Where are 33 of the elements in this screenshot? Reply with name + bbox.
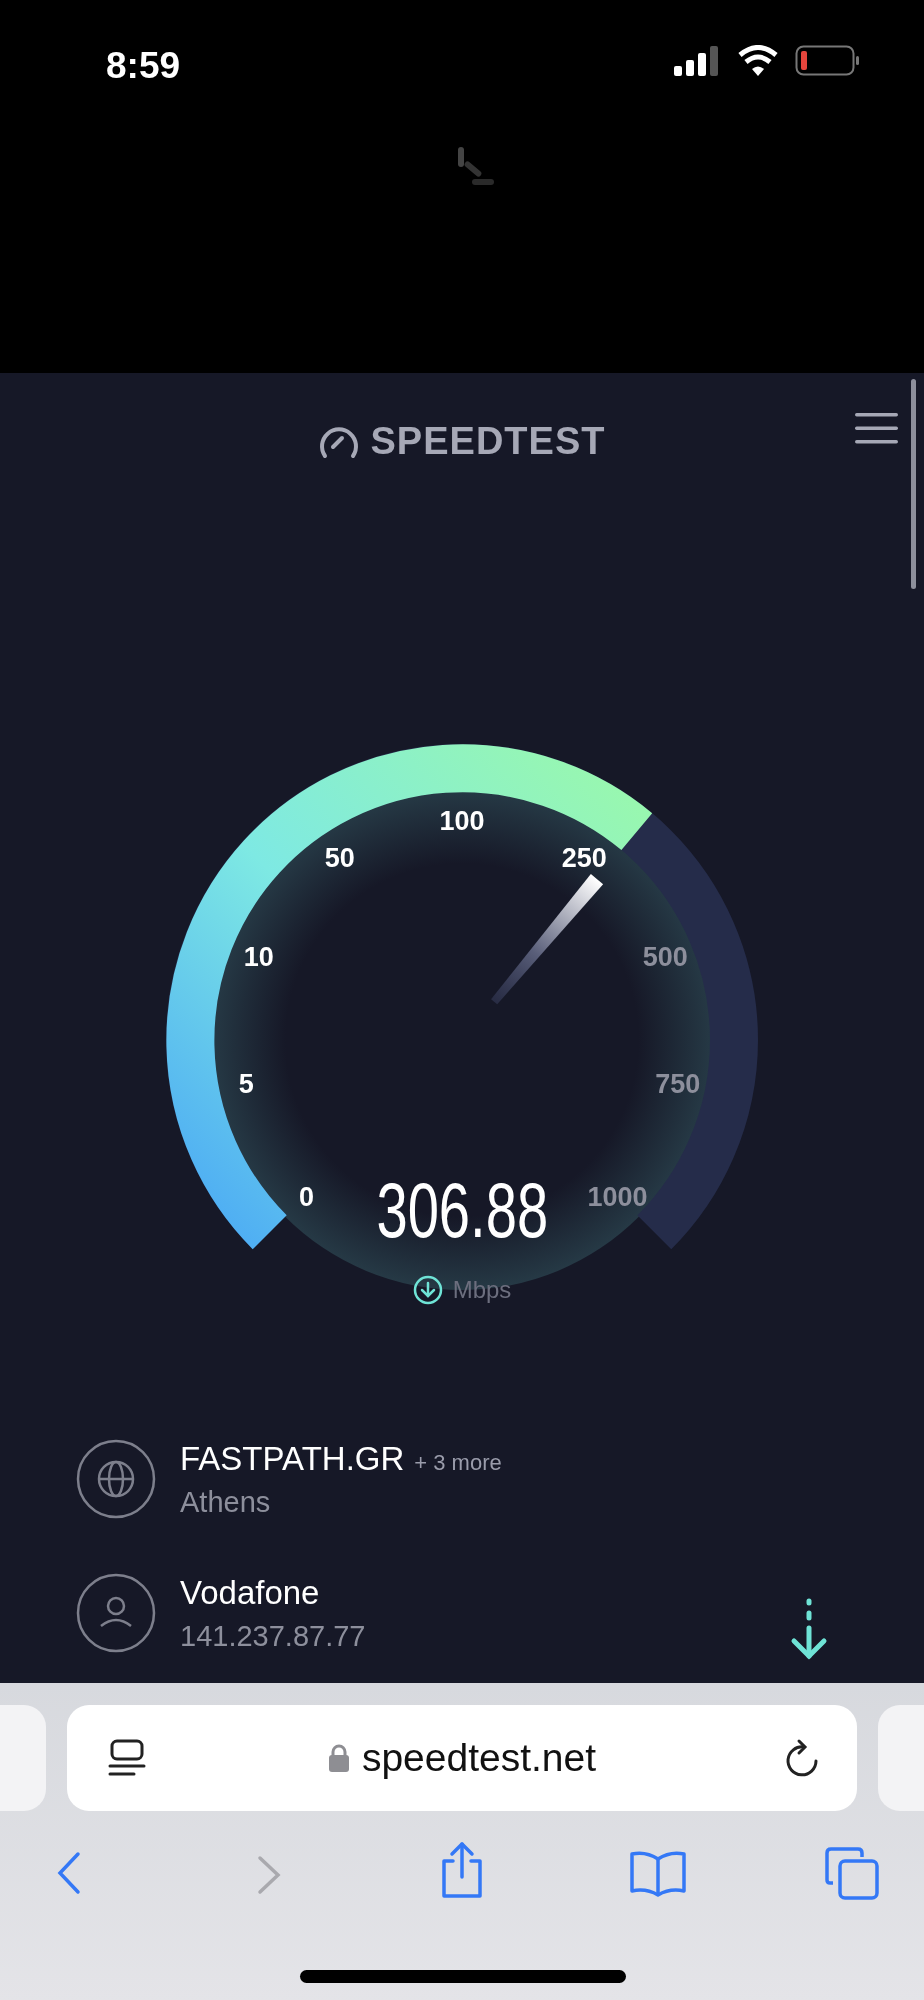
menu-icon[interactable] [855,413,898,444]
speed-unit: Mbps [452,1275,512,1305]
gauge-tick-label: 100 [439,806,485,836]
url-text: speedtest.net [361,1734,597,1781]
gauge-tick-label: 5 [238,1068,254,1099]
speedometer-icon [318,424,359,459]
gauge-tick-label: 0 [298,1181,314,1212]
back-icon[interactable] [56,1851,82,1895]
speed-reading: 306.88 [376,1170,548,1250]
address-bar[interactable]: speedtest.net [67,1705,857,1811]
gauge-tick-label: 750 [655,1068,701,1099]
signal-icon [674,46,720,76]
person-icon [76,1573,156,1653]
gauge-tick-label: 10 [243,941,274,972]
more-servers-link[interactable]: + 3 more [414,1446,502,1479]
bookmarks-icon[interactable] [629,1849,687,1897]
download-icon [412,1275,443,1305]
gauge-tick-label: 500 [642,941,688,972]
gauge-tick-label: 1000 [587,1181,648,1212]
battery-icon [795,45,860,76]
globe-icon [76,1439,156,1519]
connection-name: FASTPATH.GR [180,1439,405,1479]
gauge-tick-label: 250 [561,843,607,874]
reader-icon[interactable] [107,1738,147,1778]
tabs-icon[interactable] [825,1847,879,1901]
status-time: 8:59 [106,44,181,88]
wifi-icon [737,45,779,76]
connection-detail: Athens [180,1485,272,1519]
lock-icon [327,1743,350,1773]
speedtest-logo: SPEEDTEST [370,419,606,464]
connection-detail: 141.237.87.77 [180,1619,366,1653]
connection-name: Vodafone [180,1573,320,1613]
gauge-tick-label: 50 [324,843,355,874]
